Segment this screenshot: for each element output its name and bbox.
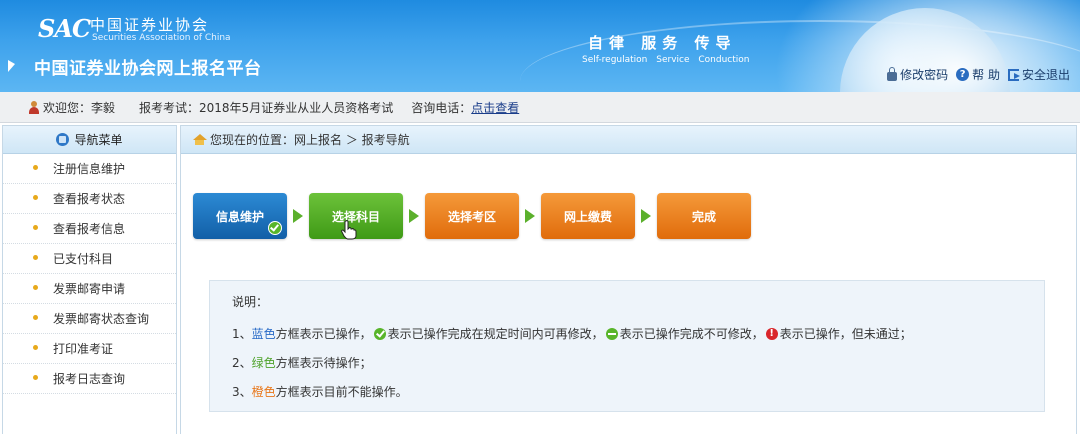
instruction-text: 方框表示待操作； xyxy=(275,356,372,370)
logout-link[interactable]: 安全退出 xyxy=(1007,66,1070,83)
check-icon xyxy=(268,221,282,235)
sac-logo: SAC xyxy=(38,14,91,43)
breadcrumb: 您现在的位置：网上报名 ＞ 报考导航 xyxy=(181,126,1076,154)
row-number: 3、 xyxy=(232,385,252,399)
logo-chinese-name: 中国证券业协会 xyxy=(90,16,210,34)
registration-steps: 信息维护 选择科目 选择考区 网上缴费 完成 xyxy=(193,193,751,239)
slogan: 自律 服务 传导 xyxy=(588,34,737,52)
instruction-row-1: 1、 蓝色 方框表示已操作， 表示已操作完成在规定时间内可再修改， 表示已操作完… xyxy=(232,325,912,342)
row-number: 2、 xyxy=(232,356,252,370)
minus-icon xyxy=(605,327,618,340)
instruction-row-3: 3、 橙色 方框表示目前不能操作。 xyxy=(232,383,408,400)
bullet-icon xyxy=(33,375,38,380)
instruction-text: 表示已操作完成不可修改， xyxy=(619,327,764,341)
sidebar-item-exam-log[interactable]: 报考日志查询 xyxy=(3,364,176,394)
step-label: 选择考区 xyxy=(447,209,496,224)
bullet-icon xyxy=(33,285,38,290)
row-number: 1、 xyxy=(232,327,252,341)
logo-english-name: Securities Association of China xyxy=(92,33,231,43)
sidebar-item-exam-status[interactable]: 查看报考状态 xyxy=(3,184,176,214)
step-select-region[interactable]: 选择考区 xyxy=(425,193,519,239)
main-content: 您现在的位置：网上报名 ＞ 报考导航 信息维护 选择科目 选择考区 网上缴费 完… xyxy=(180,125,1077,434)
user-info-bar: 欢迎您：李毅 报考考试：2018年5月证券业从业人员资格考试 咨询电话： 点击查… xyxy=(0,92,1080,123)
arrow-right-icon xyxy=(641,209,651,223)
site-title: 中国证券业协会网上报名平台 xyxy=(34,59,262,79)
sidebar: 导航菜单 注册信息维护 查看报考状态 查看报考信息 已支付科目 发票邮寄申请 发… xyxy=(2,125,177,434)
help-label: 帮 助 xyxy=(972,68,1000,82)
green-keyword: 绿色 xyxy=(251,356,276,370)
error-icon xyxy=(765,327,778,340)
instruction-text: 表示已操作，但未通过； xyxy=(779,327,912,341)
instructions-panel: 说明： 1、 蓝色 方框表示已操作， 表示已操作完成在规定时间内可再修改， 表示… xyxy=(209,280,1045,412)
sidebar-item-label: 报考日志查询 xyxy=(53,372,126,386)
bullet-icon xyxy=(33,345,38,350)
site-header: SAC 中国证券业协会 Securities Association of Ch… xyxy=(0,0,1080,92)
sidebar-item-label: 查看报考状态 xyxy=(53,192,126,206)
sidebar-item-label: 查看报考信息 xyxy=(53,222,126,236)
instruction-row-2: 2、 绿色 方框表示待操作； xyxy=(232,354,372,371)
hand-cursor-icon xyxy=(341,220,357,240)
sidebar-item-label: 发票邮寄申请 xyxy=(53,282,126,296)
sidebar-item-invoice-request[interactable]: 发票邮寄申请 xyxy=(3,274,176,304)
mouse-pointer-icon xyxy=(8,60,15,72)
lock-icon xyxy=(887,67,898,81)
sidebar-item-label: 发票邮寄状态查询 xyxy=(53,312,150,326)
step-label: 信息维护 xyxy=(215,209,264,224)
check-icon xyxy=(373,327,386,340)
bullet-icon xyxy=(33,255,38,260)
home-icon xyxy=(193,134,207,145)
help-link[interactable]: ? 帮 助 xyxy=(956,66,1000,83)
bullet-icon xyxy=(33,315,38,320)
sidebar-item-label: 注册信息维护 xyxy=(53,162,126,176)
top-links: 修改密码 ? 帮 助 安全退出 xyxy=(887,66,1070,83)
sidebar-title: 导航菜单 xyxy=(74,133,123,147)
change-password-link[interactable]: 修改密码 xyxy=(887,66,948,83)
help-icon: ? xyxy=(956,68,970,81)
sidebar-item-label: 打印准考证 xyxy=(53,342,114,356)
phone-label: 咨询电话： xyxy=(411,100,472,115)
logout-label: 安全退出 xyxy=(1021,68,1070,82)
step-label: 完成 xyxy=(691,209,716,224)
instructions-title: 说明： xyxy=(232,295,269,309)
bullet-icon xyxy=(33,165,38,170)
sidebar-item-print-admission[interactable]: 打印准考证 xyxy=(3,334,176,364)
step-info-maintenance[interactable]: 信息维护 xyxy=(193,193,287,239)
sidebar-item-label: 已支付科目 xyxy=(53,252,114,266)
exam-info: 报考考试：2018年5月证券业从业人员资格考试 xyxy=(139,100,394,115)
step-label: 网上缴费 xyxy=(563,209,612,224)
orange-keyword: 橙色 xyxy=(251,385,276,399)
breadcrumb-text: 您现在的位置：网上报名 ＞ 报考导航 xyxy=(210,133,410,147)
slogan-english: Self-regulation Service Conduction xyxy=(582,55,750,65)
instruction-text: 表示已操作完成在规定时间内可再修改， xyxy=(387,327,604,341)
step-complete[interactable]: 完成 xyxy=(657,193,751,239)
blue-keyword: 蓝色 xyxy=(251,327,276,341)
bullet-icon xyxy=(33,225,38,230)
logout-icon xyxy=(1007,68,1020,81)
arrow-right-icon xyxy=(293,209,303,223)
sidebar-item-exam-info[interactable]: 查看报考信息 xyxy=(3,214,176,244)
arrow-right-icon xyxy=(409,209,419,223)
sidebar-header: 导航菜单 xyxy=(3,126,176,154)
welcome-text: 欢迎您：李毅 xyxy=(43,100,116,115)
change-password-label: 修改密码 xyxy=(900,68,949,82)
sidebar-item-register-info[interactable]: 注册信息维护 xyxy=(3,154,176,184)
bullet-icon xyxy=(33,195,38,200)
sidebar-item-paid-subjects[interactable]: 已支付科目 xyxy=(3,244,176,274)
step-online-payment[interactable]: 网上缴费 xyxy=(541,193,635,239)
phone-view-link[interactable]: 点击查看 xyxy=(471,99,519,116)
menu-icon xyxy=(56,133,70,146)
user-icon xyxy=(28,100,40,114)
instruction-text: 方框表示已操作， xyxy=(275,327,372,341)
arrow-right-icon xyxy=(525,209,535,223)
instruction-text: 方框表示目前不能操作。 xyxy=(275,385,408,399)
sidebar-item-invoice-status[interactable]: 发票邮寄状态查询 xyxy=(3,304,176,334)
